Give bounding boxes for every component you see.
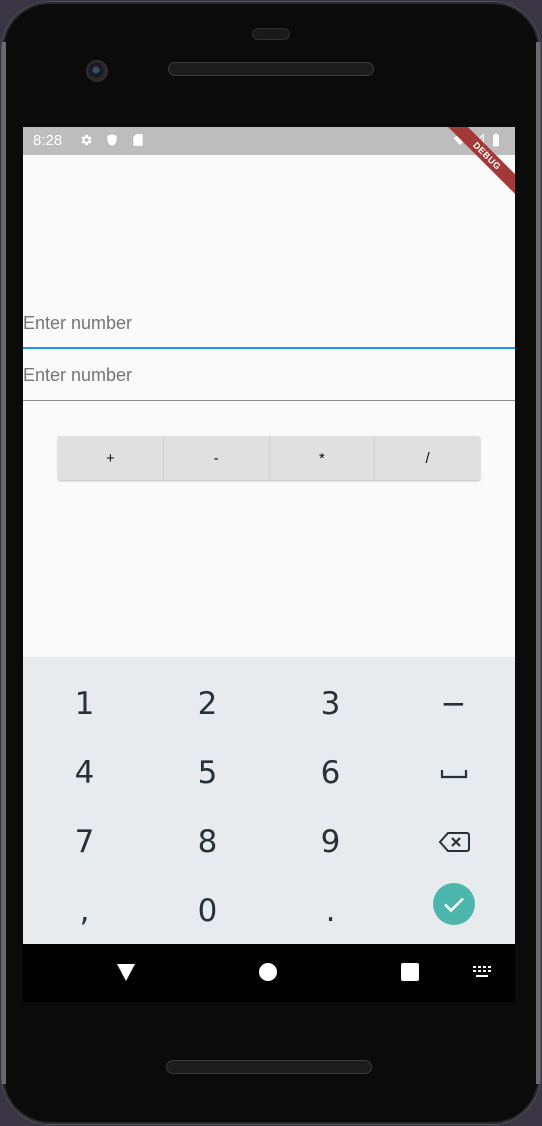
key-6[interactable]: 6: [269, 738, 392, 807]
phone-side-edge-right: [536, 42, 540, 1084]
second-number-field[interactable]: Enter number: [23, 351, 515, 401]
status-bar: 8:28 DEBUG: [23, 127, 515, 204]
phone-side-edge-left: [2, 42, 6, 1084]
key-3[interactable]: 3: [269, 669, 392, 738]
proximity-sensor: [252, 28, 290, 40]
settings-icon: [81, 134, 92, 146]
sd-card-icon: [133, 134, 143, 146]
key-9[interactable]: 9: [269, 807, 392, 876]
key-minus[interactable]: −: [392, 669, 515, 738]
status-time: 8:28: [33, 132, 63, 149]
keyboard-switch-icon[interactable]: [473, 966, 491, 978]
recents-icon[interactable]: [401, 963, 419, 981]
key-backspace[interactable]: [392, 807, 515, 876]
first-number-focus-underline: [23, 347, 515, 349]
numeric-keyboard: 1 2 3 − 4 5 6 7 8 9 , 0 .: [23, 657, 515, 944]
key-space[interactable]: [392, 738, 515, 807]
second-number-placeholder: Enter number: [23, 365, 133, 385]
second-number-underline: [23, 400, 515, 401]
key-done[interactable]: [392, 869, 515, 938]
home-icon[interactable]: [259, 963, 277, 981]
battery-icon: [493, 133, 499, 147]
subtract-button[interactable]: -: [164, 436, 270, 480]
debug-banner: DEBUG: [439, 127, 515, 204]
first-number-field[interactable]: Enter number: [23, 299, 515, 349]
add-button[interactable]: +: [58, 436, 164, 480]
app-screen: 8:28 DEBUG Enter number Enter number + -…: [23, 127, 515, 944]
back-icon[interactable]: [117, 964, 135, 981]
key-4[interactable]: 4: [23, 738, 146, 807]
key-5[interactable]: 5: [146, 738, 269, 807]
key-1[interactable]: 1: [23, 669, 146, 738]
front-camera-icon: [86, 60, 108, 82]
check-icon: [432, 882, 475, 925]
bottom-speaker: [166, 1060, 372, 1074]
navigation-bar: [23, 944, 515, 1002]
key-comma[interactable]: ,: [23, 876, 146, 944]
key-7[interactable]: 7: [23, 807, 146, 876]
operation-button-bar: + - * /: [58, 436, 480, 480]
first-number-placeholder: Enter number: [23, 313, 133, 333]
earpiece-speaker: [168, 62, 374, 76]
key-0[interactable]: 0: [146, 876, 269, 944]
backspace-icon: [438, 831, 470, 852]
divide-button[interactable]: /: [375, 436, 480, 480]
key-8[interactable]: 8: [146, 807, 269, 876]
shield-icon: [107, 134, 117, 146]
space-icon: [440, 769, 467, 778]
key-2[interactable]: 2: [146, 669, 269, 738]
multiply-button[interactable]: *: [270, 436, 376, 480]
key-period[interactable]: .: [269, 876, 392, 944]
